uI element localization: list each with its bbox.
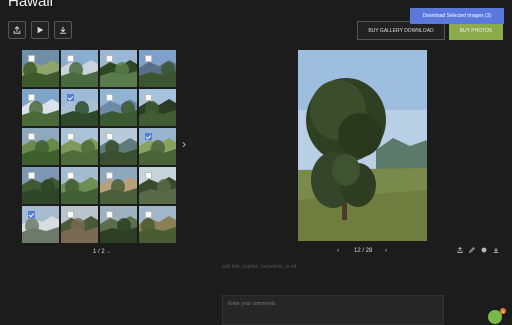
gallery-thumbnail[interactable] — [100, 50, 137, 87]
gallery-thumbnail[interactable] — [22, 167, 59, 204]
gallery-thumbnail[interactable] — [100, 89, 137, 126]
select-checkbox[interactable] — [145, 211, 152, 218]
download-icon — [59, 26, 67, 34]
share-photo-icon[interactable] — [457, 247, 463, 253]
gallery-title: Hawaii — [8, 0, 54, 10]
select-checkbox[interactable] — [67, 172, 74, 179]
select-checkbox[interactable] — [28, 94, 35, 101]
gallery-thumbnail[interactable] — [61, 128, 98, 165]
select-checkbox[interactable] — [145, 55, 152, 62]
gallery-thumbnail[interactable] — [22, 89, 59, 126]
chevron-down-icon: ⌄ — [106, 249, 112, 255]
select-checkbox[interactable] — [28, 133, 35, 140]
caption-field[interactable]: add title, caption, keywords, or alt — [222, 264, 296, 270]
gallery-thumbnail[interactable] — [22, 128, 59, 165]
next-photo-icon[interactable]: › — [385, 248, 387, 254]
select-checkbox[interactable] — [28, 55, 35, 62]
select-checkbox[interactable] — [106, 94, 113, 101]
select-checkbox[interactable] — [67, 94, 74, 101]
select-checkbox[interactable] — [145, 94, 152, 101]
share-icon — [13, 26, 21, 34]
select-checkbox[interactable] — [28, 172, 35, 179]
gallery-thumbnail[interactable] — [139, 167, 176, 204]
tree-photo — [298, 50, 427, 241]
download-photo-icon[interactable] — [493, 247, 499, 253]
select-checkbox[interactable] — [67, 211, 74, 218]
gallery-thumbnail[interactable] — [100, 206, 137, 243]
select-checkbox[interactable] — [67, 133, 74, 140]
grid-pager[interactable]: 1 / 2 ⌄ — [93, 248, 111, 255]
play-icon — [37, 26, 44, 34]
photo-preview[interactable] — [298, 50, 427, 241]
share-button[interactable] — [8, 21, 26, 39]
select-checkbox[interactable] — [67, 55, 74, 62]
thumbnail-grid — [22, 50, 176, 243]
select-checkbox[interactable] — [106, 211, 113, 218]
gallery-thumbnail[interactable] — [61, 89, 98, 126]
comment-field[interactable]: Enter your comments — [222, 295, 444, 325]
gallery-thumbnail[interactable] — [139, 128, 176, 165]
next-page-icon[interactable]: › — [182, 137, 186, 151]
gallery-thumbnail[interactable] — [100, 128, 137, 165]
select-checkbox[interactable] — [28, 211, 35, 218]
gallery-thumbnail[interactable] — [61, 50, 98, 87]
select-checkbox[interactable] — [145, 172, 152, 179]
gallery-thumbnail[interactable] — [100, 167, 137, 204]
download-selected-button[interactable]: Download Selected Images (3) — [410, 8, 504, 24]
gallery-thumbnail[interactable] — [139, 89, 176, 126]
edit-icon[interactable] — [469, 247, 475, 253]
photo-counter: 12 / 28 — [354, 248, 373, 254]
select-checkbox[interactable] — [106, 55, 113, 62]
select-checkbox[interactable] — [106, 133, 113, 140]
chat-badge: 1 — [500, 308, 506, 314]
gallery-thumbnail[interactable] — [61, 206, 98, 243]
gallery-thumbnail[interactable] — [22, 50, 59, 87]
download-button[interactable] — [54, 21, 72, 39]
gallery-thumbnail[interactable] — [22, 206, 59, 243]
prev-photo-icon[interactable]: ‹ — [337, 248, 339, 254]
gallery-thumbnail[interactable] — [139, 206, 176, 243]
gallery-thumbnail[interactable] — [139, 50, 176, 87]
slideshow-button[interactable] — [31, 21, 49, 39]
select-checkbox[interactable] — [145, 133, 152, 140]
color-icon[interactable] — [481, 247, 487, 253]
gallery-thumbnail[interactable] — [61, 167, 98, 204]
select-checkbox[interactable] — [106, 172, 113, 179]
grid-page-label: 1 / 2 — [93, 249, 105, 255]
